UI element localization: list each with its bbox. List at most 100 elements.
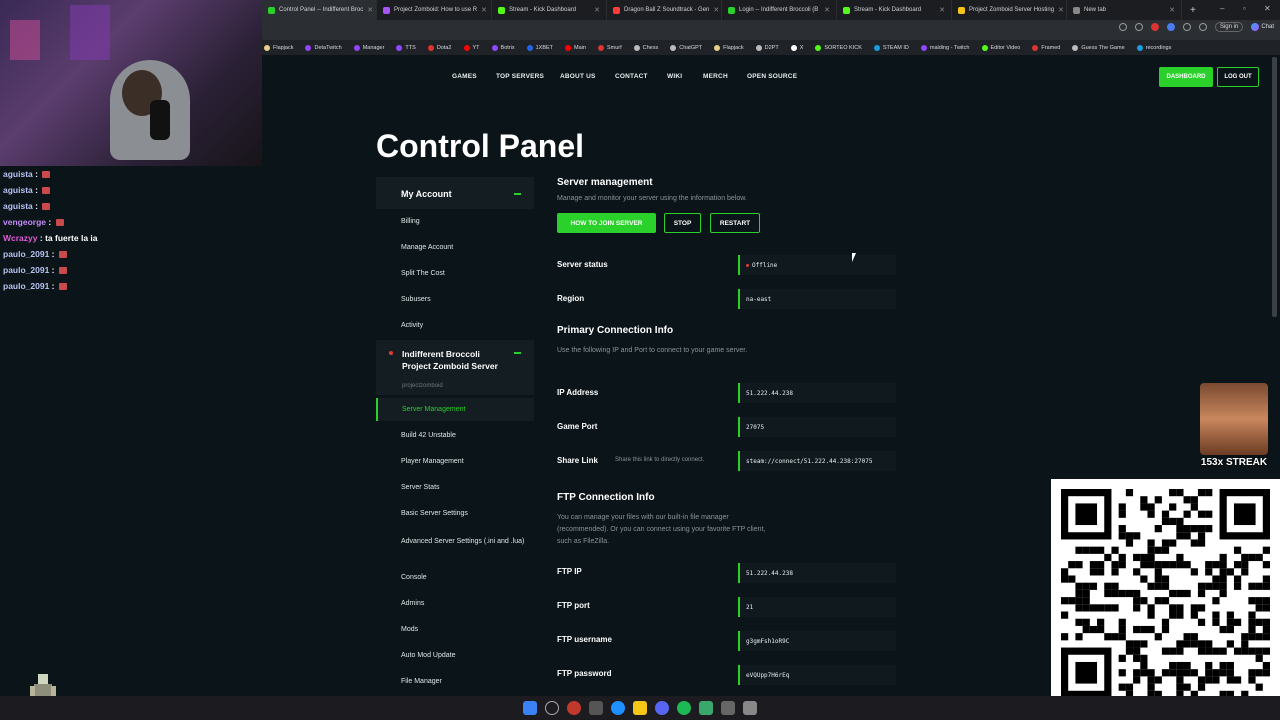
bookmark-item[interactable]: Flapjack — [264, 44, 293, 51]
sidebar-item-server-management[interactable]: Server Management — [376, 398, 534, 421]
browser-tab[interactable]: Login -- Indifferent Broccoli (B ✕ — [722, 0, 837, 20]
extensions-puzzle-icon[interactable] — [1182, 23, 1191, 31]
bookmark-star-icon[interactable] — [1134, 23, 1143, 31]
bookmark-item[interactable]: X — [790, 44, 803, 51]
close-tab-icon[interactable]: ✕ — [594, 6, 600, 14]
close-window-icon[interactable]: ✕ — [1264, 4, 1271, 13]
stop-button[interactable]: STOP — [664, 213, 701, 233]
bookmark-item[interactable]: recordings — [1136, 44, 1171, 51]
ftp-password-value[interactable]: eVQUpp7H6rEq — [738, 665, 896, 685]
sidebar-item-file-manager[interactable]: File Manager — [401, 678, 442, 685]
nav-games[interactable]: GAMES — [452, 73, 477, 80]
bookmark-item[interactable]: TTS — [396, 44, 416, 51]
browser-tab[interactable]: Stream - Kick Dashboard ✕ — [837, 0, 952, 20]
history-icon[interactable] — [1198, 23, 1207, 31]
collapse-icon[interactable] — [514, 193, 521, 195]
app-icon[interactable] — [589, 701, 603, 715]
ftp-ip-value[interactable]: 51.222.44.238 — [738, 563, 896, 583]
dashboard-button[interactable]: DASHBOARD — [1159, 67, 1213, 87]
close-tab-icon[interactable]: ✕ — [713, 6, 719, 14]
logout-button[interactable]: LOG OUT — [1217, 67, 1259, 87]
chat-button[interactable]: Chat — [1251, 23, 1274, 31]
sidebar-my-account-header[interactable]: My Account — [376, 177, 534, 209]
sidebar-server-header[interactable]: Indifferent Broccoli Project Zomboid Ser… — [376, 340, 534, 395]
ftp-port-value[interactable]: 21 — [738, 597, 896, 617]
sidebar-item-player-management[interactable]: Player Management — [401, 458, 464, 465]
bookmark-item[interactable]: Botrix — [491, 44, 515, 51]
translate-icon[interactable] — [1118, 23, 1127, 31]
sidebar-item-server-stats[interactable]: Server Stats — [401, 484, 440, 491]
bookmark-item[interactable]: YT — [463, 44, 480, 51]
search-icon[interactable] — [545, 701, 559, 715]
maximize-icon[interactable]: ▫ — [1243, 4, 1246, 13]
collapse-icon[interactable] — [514, 352, 521, 354]
nav-merch[interactable]: MERCH — [703, 73, 728, 80]
close-tab-icon[interactable]: ✕ — [824, 6, 830, 14]
ip-address-value[interactable]: 51.222.44.238 — [738, 383, 896, 403]
nav-contact[interactable]: CONTACT — [615, 73, 648, 80]
nav-wiki[interactable]: WIKI — [667, 73, 682, 80]
sidebar-item-console[interactable]: Console — [401, 574, 427, 581]
browser-tab[interactable]: Stream - Kick Dashboard ✕ — [492, 0, 607, 20]
edge-icon[interactable] — [611, 701, 625, 715]
browser-tab[interactable]: New tab ✕ — [1067, 0, 1182, 20]
close-tab-icon[interactable]: ✕ — [939, 6, 945, 14]
how-to-join-button[interactable]: HOW TO JOIN SERVER — [557, 213, 656, 233]
sidebar-item-billing[interactable]: Billing — [401, 218, 420, 225]
close-tab-icon[interactable]: ✕ — [367, 6, 373, 14]
app-icon[interactable] — [721, 701, 735, 715]
discord-icon[interactable] — [655, 701, 669, 715]
close-tab-icon[interactable]: ✕ — [1169, 6, 1175, 14]
extension-icon[interactable] — [1166, 23, 1175, 31]
bookmark-item[interactable]: Dota2 — [427, 44, 452, 51]
folder-icon[interactable] — [633, 701, 647, 715]
sidebar-item-build-42[interactable]: Build 42 Unstable — [401, 432, 456, 439]
bookmark-item[interactable]: Smurf — [597, 44, 622, 51]
sidebar-item-split-cost[interactable]: Split The Cost — [401, 270, 445, 277]
spotify-icon[interactable] — [677, 701, 691, 715]
signin-button[interactable]: Sign in — [1214, 22, 1244, 32]
game-port-value[interactable]: 27075 — [738, 417, 896, 437]
close-tab-icon[interactable]: ✕ — [481, 6, 487, 14]
bookmark-item[interactable]: Framed — [1032, 44, 1060, 51]
minimize-icon[interactable]: – — [1220, 4, 1224, 13]
bookmark-item[interactable]: Main — [565, 44, 586, 51]
nav-top-servers[interactable]: TOP SERVERS — [496, 73, 544, 80]
start-icon[interactable] — [523, 701, 537, 715]
browser-tab[interactable]: Project Zomboid Server Hosting ✕ — [952, 0, 1067, 20]
sidebar-item-manage-account[interactable]: Manage Account — [401, 244, 453, 251]
restart-button[interactable]: RESTART — [710, 213, 760, 233]
obs-icon[interactable] — [567, 701, 581, 715]
bookmark-item[interactable]: ChatGPT — [670, 44, 702, 51]
new-tab-button[interactable]: + — [1182, 5, 1204, 16]
page-scrollbar[interactable] — [1272, 57, 1277, 317]
sidebar-item-basic-settings[interactable]: Basic Server Settings — [401, 510, 468, 517]
share-link-value[interactable]: steam://connect/51.222.44.238:27075 — [738, 451, 896, 471]
nav-about-us[interactable]: ABOUT US — [560, 73, 596, 80]
bookmark-item[interactable]: STEAM ID — [873, 44, 909, 51]
bookmark-item[interactable]: Chess — [633, 44, 658, 51]
sidebar-item-subusers[interactable]: Subusers — [401, 296, 431, 303]
close-tab-icon[interactable]: ✕ — [1058, 6, 1064, 14]
ftp-username-value[interactable]: g3gmFsh1oR9C — [738, 631, 896, 651]
file-icon[interactable] — [699, 701, 713, 715]
app-icon[interactable] — [743, 701, 757, 715]
bookmark-item[interactable]: 1XBET — [526, 44, 553, 51]
bookmark-item[interactable]: Guess The Game — [1072, 44, 1125, 51]
bookmark-item[interactable]: Editor Video — [981, 44, 1020, 51]
sidebar-item-mods[interactable]: Mods — [401, 626, 418, 633]
sidebar-item-advanced-settings[interactable]: Advanced Server Settings (.ini and .lua) — [401, 536, 529, 548]
bookmark-item[interactable]: Flapjack — [714, 44, 744, 51]
sidebar-item-activity[interactable]: Activity — [401, 322, 423, 329]
sidebar-item-auto-mod-update[interactable]: Auto Mod Update — [401, 652, 455, 659]
browser-tab[interactable]: Project Zomboid: How to use R ✕ — [377, 0, 492, 20]
nav-open-source[interactable]: OPEN SOURCE — [747, 73, 797, 80]
bookmark-item[interactable]: DetaTwitch — [305, 44, 342, 51]
bookmark-item[interactable]: malding - Twitch — [920, 44, 970, 51]
browser-tab[interactable]: Dragon Ball Z Soundtrack - Gen ✕ — [607, 0, 722, 20]
bookmark-item[interactable]: SORTEO KICK — [815, 44, 862, 51]
extension-icon[interactable] — [1150, 23, 1159, 31]
sidebar-item-admins[interactable]: Admins — [401, 600, 424, 607]
browser-tab[interactable]: Control Panel -- Indifferent Broc ✕ — [262, 0, 377, 20]
bookmark-item[interactable]: Manager — [353, 44, 384, 51]
